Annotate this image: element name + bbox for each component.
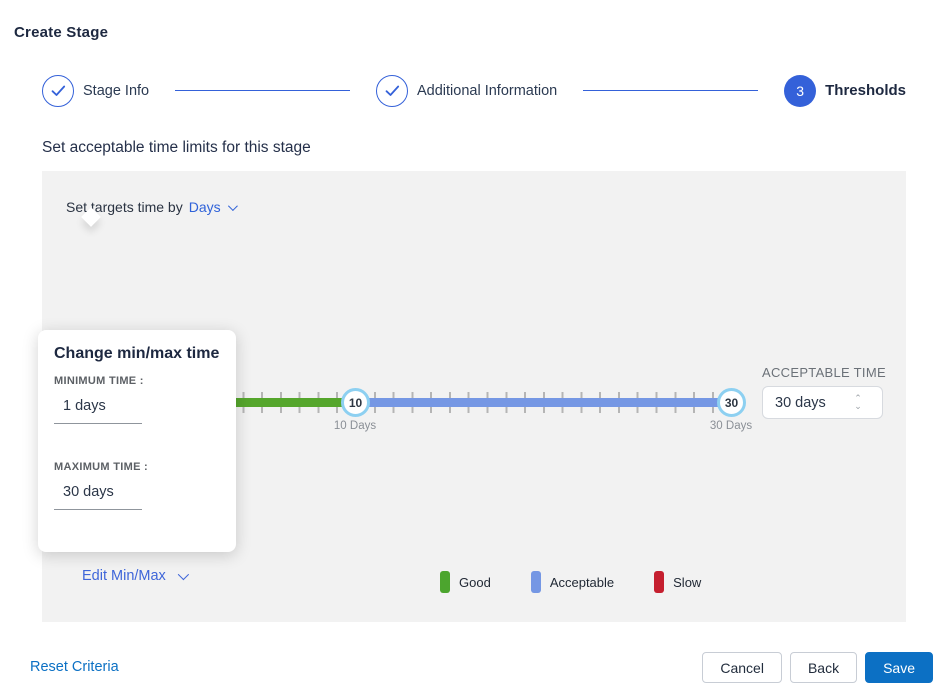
unit-dropdown-value: Days [189, 199, 221, 215]
step-label: Thresholds [825, 82, 906, 99]
minimum-time-input[interactable] [54, 394, 142, 424]
legend-label: Acceptable [550, 575, 614, 590]
slow-color-chip [654, 571, 664, 593]
stepper-connector [583, 90, 758, 91]
slider-max-tick-label: 30 Days [701, 420, 761, 432]
legend-item-acceptable: Acceptable [531, 571, 614, 593]
back-button[interactable]: Back [790, 652, 857, 683]
slider-min-tick-label: 10 Days [325, 420, 385, 432]
legend-item-slow: Slow [654, 571, 701, 593]
stepper-step-additional-information[interactable]: Additional Information [376, 75, 557, 107]
good-color-chip [440, 571, 450, 593]
acceptable-color-chip [531, 571, 541, 593]
slider-min-handle[interactable]: 10 [341, 388, 370, 417]
save-button[interactable]: Save [865, 652, 933, 683]
wizard-stepper: Stage Info Additional Information 3 Thre… [42, 74, 906, 107]
page-title: Create Stage [14, 24, 108, 41]
acceptable-time-stepper: ⌃ ⌄ [851, 395, 865, 410]
chevron-down-icon [178, 569, 189, 580]
slider-track-acceptable-segment [355, 398, 731, 407]
set-targets-label: Set targets time by [66, 199, 183, 215]
chevron-down-icon [228, 201, 238, 211]
stepper-step-thresholds[interactable]: 3 Thresholds [784, 75, 906, 107]
step-complete-check-icon [376, 75, 408, 107]
acceptable-time-input[interactable] [763, 395, 849, 411]
cancel-button[interactable]: Cancel [702, 652, 782, 683]
legend-item-good: Good [440, 571, 491, 593]
step-number-badge: 3 [784, 75, 816, 107]
acceptable-time-label: ACCEPTABLE TIME [762, 365, 886, 380]
popover-title: Change min/max time [54, 345, 219, 363]
acceptable-time-field: ⌃ ⌄ [762, 386, 883, 419]
legend-label: Slow [673, 575, 701, 590]
footer-buttons: Cancel Back Save [702, 652, 933, 683]
step-label: Stage Info [83, 83, 149, 99]
minimum-time-label: MINIMUM TIME : [54, 375, 144, 387]
stepper-down-icon[interactable]: ⌄ [851, 403, 865, 410]
section-heading: Set acceptable time limits for this stag… [42, 139, 311, 157]
edit-minmax-link[interactable]: Edit Min/Max [82, 568, 186, 584]
reset-criteria-link[interactable]: Reset Criteria [30, 659, 119, 675]
edit-minmax-label: Edit Min/Max [82, 568, 166, 584]
unit-dropdown[interactable]: Days [189, 199, 235, 215]
legend-label: Good [459, 575, 491, 590]
step-label: Additional Information [417, 83, 557, 99]
change-minmax-popover: Change min/max time MINIMUM TIME : MAXIM… [38, 330, 236, 552]
maximum-time-label: MAXIMUM TIME : [54, 461, 148, 473]
slider-max-handle[interactable]: 30 [717, 388, 746, 417]
maximum-time-input[interactable] [54, 480, 142, 510]
stepper-step-stage-info[interactable]: Stage Info [42, 75, 149, 107]
step-complete-check-icon [42, 75, 74, 107]
slider-legend: Good Acceptable Slow [440, 571, 701, 593]
stepper-connector [175, 90, 350, 91]
